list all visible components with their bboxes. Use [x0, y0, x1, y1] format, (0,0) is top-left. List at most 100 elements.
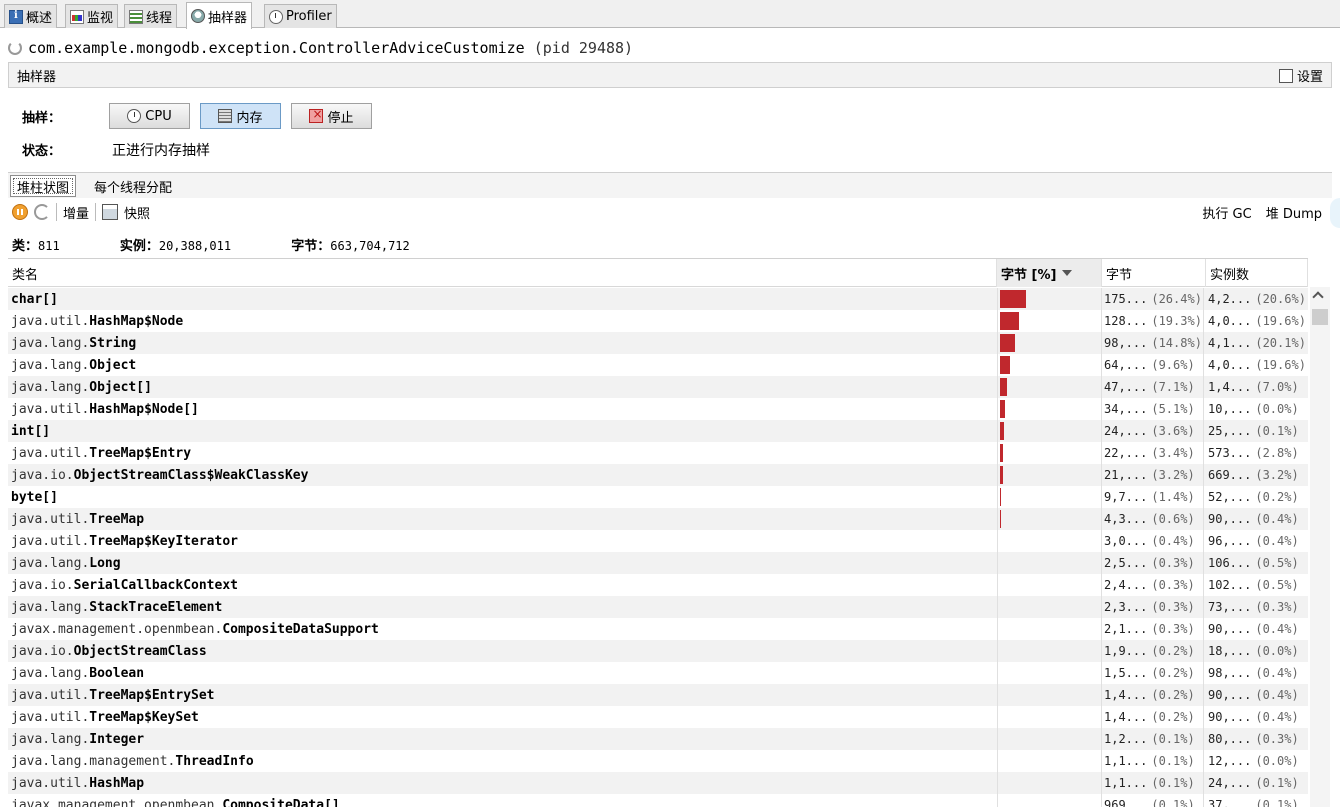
instances-percent: (20.6%) [1255, 292, 1306, 306]
column-bytes-percent[interactable]: 字节 [%] [997, 259, 1102, 287]
delta-button[interactable]: 增量 [63, 203, 89, 222]
panel-title: 抽样器 [17, 69, 57, 85]
summary-line: 类：811 实例：20,388,011 字节：663,704,712 [12, 235, 410, 254]
bytes-percent: (1.4%) [1151, 490, 1195, 504]
bytes-cell: 1,5... (0.2%) [1104, 662, 1204, 684]
cpu-button[interactable]: CPU [109, 103, 190, 129]
table-row[interactable]: java.lang. StackTraceElement 2,3... (0.3%) 7… [8, 596, 1308, 618]
table-row[interactable]: java.util. TreeMap$KeySet 1,4... (0.2%) 90,.… [8, 706, 1308, 728]
settings-checkbox[interactable] [1278, 68, 1293, 83]
status-label: 状态： [22, 144, 62, 159]
instances-cell: 25,... (0.1%) [1208, 420, 1308, 442]
instances-percent: (0.0%) [1255, 644, 1299, 658]
class-name: TreeMap$KeyIterator [89, 533, 238, 549]
scroll-thumb[interactable] [1312, 309, 1328, 325]
bytes-percent-cell [997, 772, 1102, 794]
table-row[interactable]: java.lang.management. ThreadInfo 1,1... (0.… [8, 750, 1308, 772]
class-name-cell: java.util. HashMap$Node[] [11, 398, 996, 420]
bytes-percent: (0.4%) [1151, 534, 1195, 548]
table-row[interactable]: java.util. HashMap$Node 128... (19.3%) 4,0..… [8, 310, 1308, 332]
table-row[interactable]: java.lang. Integer 1,2... (0.1%) 80,... (0.3%… [8, 728, 1308, 750]
bytes-cell: 2,5... (0.3%) [1104, 552, 1204, 574]
table-row[interactable]: byte[] 9,7... (1.4%) 52,... (0.2%) [8, 486, 1308, 508]
bytes-percent-cell [997, 640, 1102, 662]
tab-threads[interactable]: 线程 [124, 4, 178, 28]
bytes-value: 22,... [1104, 446, 1148, 460]
bytes-percent-cell [997, 376, 1102, 398]
table-row[interactable]: java.lang. Object[] 47,... (7.1%) 1,4... (7.0… [8, 376, 1308, 398]
bytes-percent: (14.8%) [1151, 336, 1202, 350]
sample-label: 抽样： [22, 111, 62, 126]
class-name-cell: java.util. HashMap [11, 772, 996, 794]
tab-per-thread-allocation[interactable]: 每个线程分配 [88, 175, 178, 197]
instances-percent: (0.5%) [1255, 556, 1299, 570]
snapshot-icon[interactable] [102, 204, 119, 220]
table-row[interactable]: int[] 24,... (3.6%) 25,... (0.1%) [8, 420, 1308, 442]
instances-percent: (0.4%) [1255, 688, 1299, 702]
bytes-percent: (0.3%) [1151, 556, 1195, 570]
tab-overview[interactable]: 概述 [4, 4, 58, 28]
instances-cell: 669... (3.2%) [1208, 464, 1308, 486]
instances-cell: 52,... (0.2%) [1208, 486, 1308, 508]
bytes-percent-cell [997, 662, 1102, 684]
table-row[interactable]: java.io. SerialCallbackContext 2,4... (0.3%… [8, 574, 1308, 596]
bytes-value: 2,4... [1104, 578, 1148, 592]
tab-sampler[interactable]: 抽样器 [186, 2, 253, 29]
table-row[interactable]: java.util. HashMap 1,1... (0.1%) 24,... (0.1%… [8, 772, 1308, 794]
bytes-cell: 1,4... (0.2%) [1104, 706, 1204, 728]
class-name-cell: javax.management.openmbean. CompositeData… [11, 618, 996, 640]
package-name: java.lang. [11, 379, 90, 395]
table-row[interactable]: java.util. TreeMap$EntrySet 1,4... (0.2%) 90… [8, 684, 1308, 706]
instances-percent: (0.0%) [1255, 402, 1299, 416]
instances-cell: 18,... (0.0%) [1208, 640, 1308, 662]
instances-cell: 1,4... (7.0%) [1208, 376, 1308, 398]
column-instances[interactable]: 实例数 [1206, 259, 1308, 287]
table-row[interactable]: java.util. TreeMap$Entry 22,... (3.4%) 573..… [8, 442, 1308, 464]
tab-profiler[interactable]: Profiler [264, 4, 337, 28]
settings-toggle[interactable]: 设置 [1278, 66, 1323, 85]
table-row[interactable]: java.lang. String 98,... (14.8%) 4,1... (20.1… [8, 332, 1308, 354]
table-row[interactable]: java.util. HashMap$Node[] 34,... (5.1%) 10,.… [8, 398, 1308, 420]
bytes-cell: 2,3... (0.3%) [1104, 596, 1204, 618]
instances-value: 102... [1208, 578, 1252, 592]
bytes-bar [1000, 466, 1004, 484]
heap-dump-button[interactable]: 堆 Dump [1266, 203, 1322, 222]
bytes-value: 47,... [1104, 380, 1148, 394]
table-row[interactable]: java.lang. Long 2,5... (0.3%) 106... (0.5%) [8, 552, 1308, 574]
snapshot-button[interactable]: 快照 [124, 203, 150, 222]
refresh-icon[interactable] [34, 204, 50, 220]
instances-percent: (19.6%) [1255, 358, 1306, 372]
bytes-percent-cell [997, 706, 1102, 728]
table-row[interactable]: java.util. TreeMap$KeyIterator 3,0... (0.4%… [8, 530, 1308, 552]
bytes-cell: 9,7... (1.4%) [1104, 486, 1204, 508]
table-row[interactable]: java.lang. Object 64,... (9.6%) 4,0... (19.6%… [8, 354, 1308, 376]
run-gc-button[interactable]: 执行 GC [1202, 203, 1251, 222]
instances-percent: (0.4%) [1255, 666, 1299, 680]
column-bytes[interactable]: 字节 [1102, 259, 1206, 287]
tab-heap-histogram[interactable]: 堆柱状图 [10, 175, 77, 197]
instances-cell: 37,... (0.1%) [1208, 794, 1308, 807]
bytes-bar [1000, 444, 1004, 462]
instances-cell: 4,1... (20.1%) [1208, 332, 1308, 354]
bytes-value: 1,9... [1104, 644, 1148, 658]
class-name: Object[] [89, 379, 152, 395]
table-row[interactable]: java.io. ObjectStreamClass$WeakClassKey 21… [8, 464, 1308, 486]
vertical-scrollbar[interactable] [1310, 287, 1330, 807]
memory-button-label: 内存 [236, 110, 263, 126]
table-row[interactable]: java.lang. Boolean 1,5... (0.2%) 98,... (0.4%… [8, 662, 1308, 684]
stop-button[interactable]: 停止 [291, 103, 372, 129]
pause-icon[interactable] [12, 204, 28, 220]
scroll-up-icon[interactable] [1312, 291, 1324, 303]
memory-button[interactable]: 内存 [200, 103, 281, 129]
bytes-percent-cell [997, 596, 1102, 618]
bytes-percent-cell [997, 684, 1102, 706]
table-row[interactable]: javax.management.openmbean. CompositeData… [8, 618, 1308, 640]
class-name-cell: java.io. SerialCallbackContext [11, 574, 996, 596]
table-row[interactable]: java.io. ObjectStreamClass 1,9... (0.2%) 18,… [8, 640, 1308, 662]
table-row[interactable]: javax.management.openmbean. CompositeData… [8, 794, 1308, 807]
column-class-name[interactable]: 类名 [8, 259, 997, 287]
package-name: java.util. [11, 401, 90, 417]
tab-monitor[interactable]: 监视 [65, 4, 119, 28]
table-row[interactable]: java.util. TreeMap 4,3... (0.6%) 90,... (0.4%… [8, 508, 1308, 530]
table-row[interactable]: char[] 175... (26.4%) 4,2... (20.6%) [8, 288, 1308, 310]
